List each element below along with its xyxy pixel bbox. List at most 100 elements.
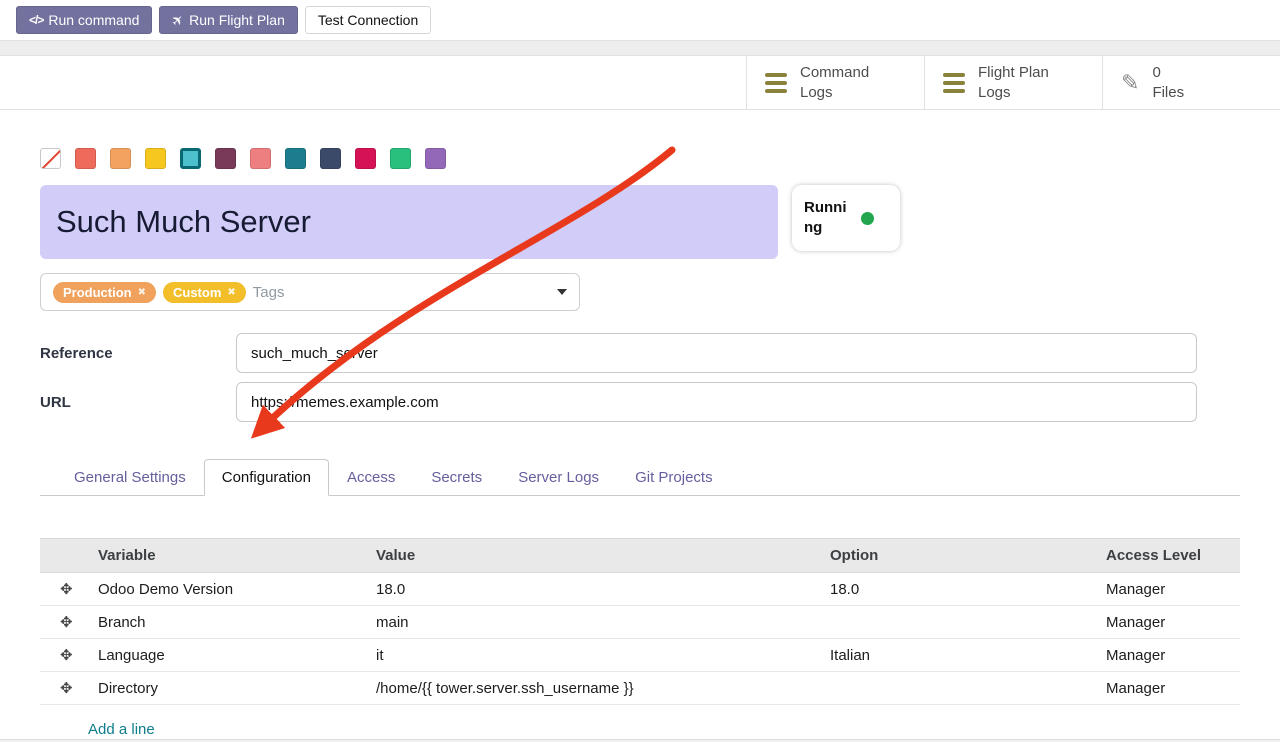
column-header-access-level: Access Level: [1096, 539, 1240, 573]
cell-variable[interactable]: Odoo Demo Version: [88, 573, 366, 606]
form-view: Such Much Server Running Production✖Cust…: [0, 148, 1280, 744]
files-count: 0: [1152, 64, 1160, 81]
color-swatch-5[interactable]: [215, 148, 236, 169]
color-swatch-11[interactable]: [425, 148, 446, 169]
color-swatch-3[interactable]: [145, 148, 166, 169]
table-row: ✥Odoo Demo Version18.018.0Manager: [40, 573, 1240, 606]
list-bars-icon: [943, 73, 965, 93]
tab-git-projects[interactable]: Git Projects: [617, 459, 731, 496]
flight-plan-logs-line1: Flight Plan: [978, 64, 1049, 81]
column-header-value: Value: [366, 539, 820, 573]
cell-option[interactable]: Italian: [820, 639, 1096, 672]
color-swatch-9[interactable]: [355, 148, 376, 169]
drag-handle-icon[interactable]: ✥: [60, 647, 73, 664]
handle-cell: ✥: [40, 573, 88, 606]
color-swatch-2[interactable]: [110, 148, 131, 169]
handle-cell: ✥: [40, 606, 88, 639]
tab-general-settings[interactable]: General Settings: [56, 459, 204, 496]
column-header-option: Option: [820, 539, 1096, 573]
stat-button-files[interactable]: ✎ 0 Files: [1102, 56, 1280, 109]
color-swatch-10[interactable]: [390, 148, 411, 169]
tag-label: Production: [63, 285, 132, 300]
url-input[interactable]: [236, 382, 1197, 422]
table-row: ✥ LanguageitItalianManager: [40, 639, 1240, 672]
control-panel: Command Logs Flight Plan Logs ✎ 0 Files: [0, 56, 1280, 110]
table-row: ✥ Branchmain Manager: [40, 606, 1240, 639]
tags-placeholder: Tags: [253, 284, 285, 301]
tab-access[interactable]: Access: [329, 459, 413, 496]
tag-label: Custom: [173, 285, 221, 300]
status-dot: [861, 212, 874, 225]
cell-variable[interactable]: Branch: [88, 606, 366, 639]
cell-access-level[interactable]: Manager: [1096, 639, 1240, 672]
status-label: Running: [804, 198, 852, 239]
cell-option[interactable]: 18.0: [820, 573, 1096, 606]
handle-column-header: [40, 539, 88, 573]
files-label: Files: [1152, 84, 1184, 101]
flight-plan-logs-line2: Logs: [978, 84, 1011, 101]
cell-value[interactable]: /home/{{ tower.server.ssh_username }}: [366, 672, 820, 705]
cell-access-level[interactable]: Manager: [1096, 606, 1240, 639]
cell-access-level[interactable]: Manager: [1096, 573, 1240, 606]
pencil-icon: ✎: [1121, 70, 1139, 96]
tag-pill[interactable]: Production ✖: [53, 282, 156, 303]
list-bars-icon: [765, 73, 787, 93]
run-command-label: Run command: [48, 12, 139, 28]
tab-configuration[interactable]: Configuration: [204, 459, 329, 496]
drag-handle-icon[interactable]: ✥: [60, 680, 73, 697]
drag-handle-icon[interactable]: ✥: [60, 614, 73, 631]
command-logs-line1: Command: [800, 64, 869, 81]
tags-field[interactable]: Production ✖ Custom ✖ Tags: [40, 273, 580, 311]
reference-label: Reference: [40, 345, 236, 362]
config-table: Variable Value Option Access Level ✥ Odoo…: [40, 538, 1240, 705]
code-icon: </>: [29, 13, 43, 27]
server-name-field[interactable]: Such Much Server: [40, 185, 778, 259]
handle-cell: ✥: [40, 672, 88, 705]
command-logs-line2: Logs: [800, 84, 833, 101]
cell-option[interactable]: [820, 606, 1096, 639]
run-flight-plan-button[interactable]: ✈ Run Flight Plan: [159, 6, 297, 34]
cell-variable[interactable]: Language: [88, 639, 366, 672]
cell-access-level[interactable]: Manager: [1096, 672, 1240, 705]
tab-bar: General SettingsConfigurationAccessSecre…: [40, 458, 1240, 496]
cell-value[interactable]: main: [366, 606, 820, 639]
status-card: Running: [792, 185, 900, 251]
drag-handle-icon[interactable]: ✥: [60, 581, 73, 598]
configuration-table-wrap: Variable Value Option Access Level ✥ Odoo…: [40, 538, 1240, 744]
tab-secrets[interactable]: Secrets: [413, 459, 500, 496]
test-connection-button[interactable]: Test Connection: [305, 6, 431, 34]
stat-button-command-logs[interactable]: Command Logs: [746, 56, 924, 109]
reference-input[interactable]: [236, 333, 1197, 373]
table-row: ✥ Directory/home/{{ tower.server.ssh_user…: [40, 672, 1240, 705]
page-divider: [0, 40, 1280, 56]
color-swatch-0[interactable]: [40, 148, 61, 169]
column-header-variable: Variable: [88, 539, 366, 573]
server-name-text: Such Much Server: [56, 204, 311, 240]
test-connection-label: Test Connection: [318, 12, 418, 28]
run-command-button[interactable]: </> Run command: [16, 6, 152, 34]
remove-tag-icon[interactable]: ✖: [227, 287, 235, 298]
remove-tag-icon[interactable]: ✖: [138, 287, 146, 298]
url-label: URL: [40, 394, 236, 411]
table-header-row: Variable Value Option Access Level: [40, 539, 1240, 573]
color-swatch-1[interactable]: [75, 148, 96, 169]
color-swatch-4[interactable]: [180, 148, 201, 169]
handle-cell: ✥: [40, 639, 88, 672]
color-swatch-6[interactable]: [250, 148, 271, 169]
color-swatch-7[interactable]: [285, 148, 306, 169]
plane-icon: ✈: [168, 10, 188, 30]
cell-value[interactable]: 18.0: [366, 573, 820, 606]
config-table-body: ✥Odoo Demo Version18.018.0Manager✥Branch…: [40, 573, 1240, 705]
cell-value[interactable]: it: [366, 639, 820, 672]
tags-list: Production ✖ Custom ✖: [53, 282, 246, 303]
top-toolbar: </> Run command ✈ Run Flight Plan Test C…: [0, 0, 1280, 40]
cell-variable[interactable]: Directory: [88, 672, 366, 705]
stat-button-flight-plan-logs[interactable]: Flight Plan Logs: [924, 56, 1102, 109]
tab-server-logs[interactable]: Server Logs: [500, 459, 617, 496]
color-palette: [40, 148, 1240, 169]
cell-option[interactable]: [820, 672, 1096, 705]
run-flight-plan-label: Run Flight Plan: [189, 12, 285, 28]
tag-pill[interactable]: Custom ✖: [163, 282, 246, 303]
tags-dropdown-caret-icon[interactable]: [557, 289, 567, 295]
color-swatch-8[interactable]: [320, 148, 341, 169]
